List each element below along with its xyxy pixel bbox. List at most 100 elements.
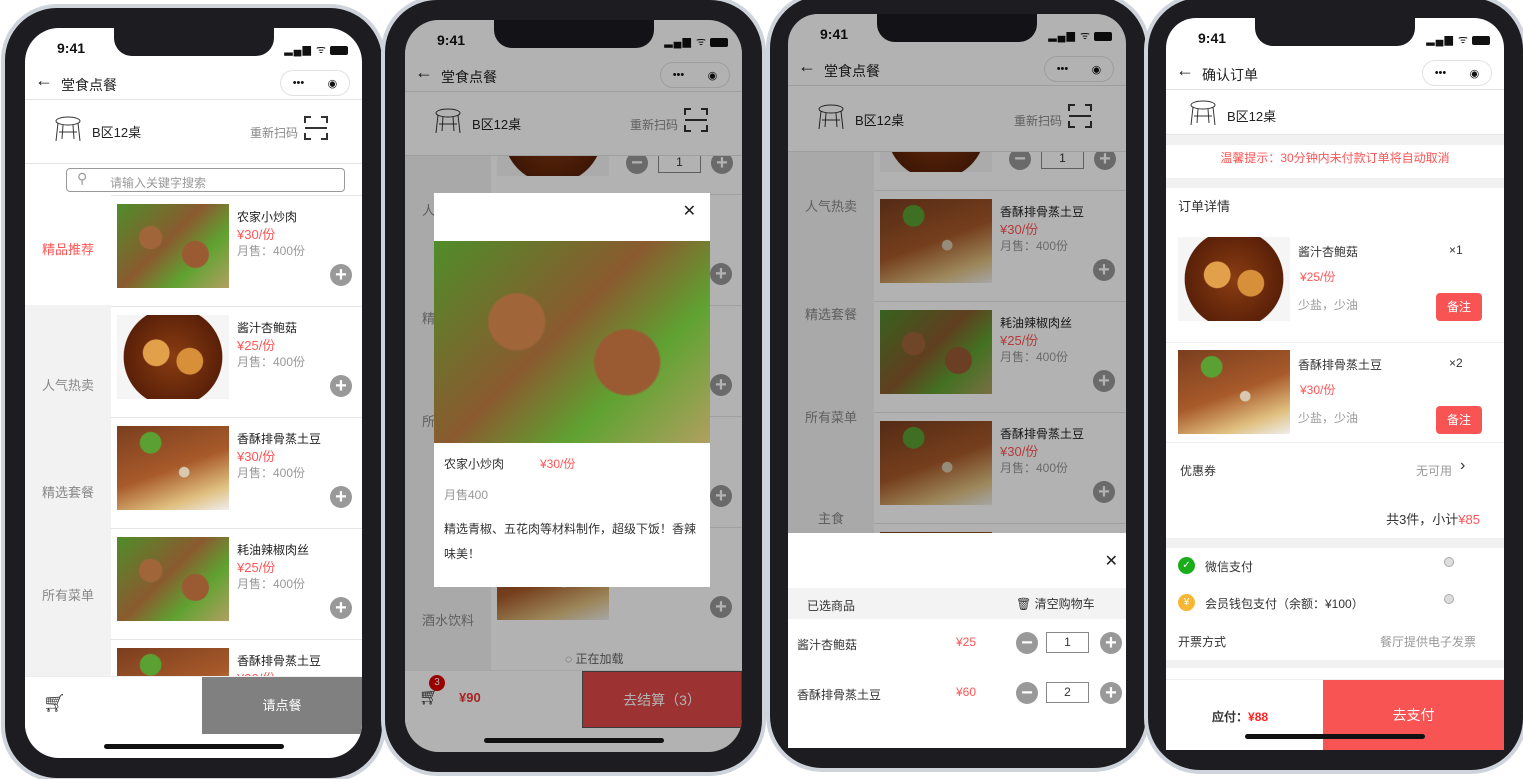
- dish-image[interactable]: [117, 315, 229, 399]
- dish-sales: 月售：400份: [237, 355, 306, 369]
- divider: [1166, 660, 1504, 668]
- note-button[interactable]: 备注: [1436, 406, 1482, 434]
- dish-price: ¥25/份: [1300, 270, 1336, 284]
- plus-button[interactable]: +: [1100, 682, 1122, 704]
- payable-amount: ¥88: [1248, 710, 1269, 724]
- dish-image[interactable]: [117, 648, 229, 676]
- plus-button[interactable]: +: [1100, 632, 1122, 654]
- minus-button[interactable]: −: [1016, 682, 1038, 704]
- sheet-backdrop[interactable]: [788, 14, 1126, 533]
- cart-bar: 🛒︎ 请点餐: [25, 676, 362, 734]
- dish-image[interactable]: [117, 204, 229, 288]
- divider: [1166, 178, 1504, 188]
- screen-menu: 9:41 ▂▄▆ ᯤ ← 堂食点餐 ••• ◉ B区12桌 重新扫码 ⚲ 请输入关…: [25, 28, 362, 758]
- cart-item-price: ¥60: [956, 685, 977, 699]
- quantity-field[interactable]: 2: [1046, 682, 1089, 703]
- table-name: B区12桌: [92, 125, 142, 140]
- notch: [1255, 18, 1415, 46]
- dish-price: ¥25/份: [237, 338, 276, 353]
- note-button[interactable]: 备注: [1436, 293, 1482, 321]
- clear-cart-button[interactable]: 🗑︎ 清空购物车: [1016, 595, 1095, 612]
- table-icon: [1190, 100, 1216, 126]
- cart-icon[interactable]: 🛒︎: [43, 693, 66, 714]
- dish-note: 少盐，少油: [1298, 298, 1359, 312]
- minus-button[interactable]: −: [1016, 632, 1038, 654]
- subtotal: 共3件，小计¥85: [1386, 509, 1480, 528]
- category-sidebar: 精品推荐人气热卖精选套餐所有菜单主食: [25, 195, 111, 705]
- wechat-pay-icon: ✓: [1178, 557, 1195, 574]
- back-arrow-icon[interactable]: ←: [1176, 60, 1194, 81]
- category-item[interactable]: 所有菜单: [25, 585, 111, 605]
- add-button[interactable]: +: [330, 486, 352, 508]
- invoice-row: 开票方式 餐厅提供电子发票: [1166, 630, 1504, 654]
- subtotal-amount: ¥85: [1458, 512, 1480, 527]
- notch: [113, 28, 274, 56]
- dish-image: [1178, 237, 1290, 321]
- category-item[interactable]: 人气热卖: [25, 375, 111, 395]
- status-time: 9:41: [1198, 30, 1227, 46]
- menu-item: 酱汁杏鲍菇 ¥25/份月售：400份 +: [111, 306, 362, 417]
- dish-name: 香酥排骨蒸土豆: [237, 654, 322, 668]
- menu-list: 农家小炒肉 ¥30/份 月售：400份 + 酱汁杏鲍菇 ¥25/份 月售：400份 + 香酥排骨…: [111, 195, 362, 676]
- status-time: 9:41: [57, 40, 86, 56]
- nav-bar: ← 堂食点餐 ••• ◉: [25, 68, 362, 100]
- payment-label: 会员钱包支付（余额：¥100）: [1205, 597, 1364, 611]
- payment-notice: 温馨提示：30分钟内未付款订单将自动取消: [1220, 151, 1450, 165]
- payment-radio[interactable]: [1444, 557, 1454, 567]
- cart-item-price: ¥25: [956, 635, 977, 649]
- dish-image: [1178, 350, 1290, 434]
- dish-image[interactable]: [117, 537, 229, 621]
- category-item[interactable]: 精选套餐: [25, 482, 111, 502]
- dish-price: ¥30/份: [540, 457, 576, 471]
- capsule-menu[interactable]: ••• ◉: [280, 70, 350, 96]
- dish-price: ¥25/份: [237, 560, 276, 575]
- more-icon[interactable]: •••: [293, 77, 305, 89]
- add-button[interactable]: +: [330, 264, 352, 286]
- add-button[interactable]: +: [330, 375, 352, 397]
- category-item[interactable]: 精品推荐: [25, 195, 111, 305]
- screen-dish-detail: 9:41 ▂▄▆ ᯤ ← 堂食点餐 •••◉ B区12桌 重新扫码 人气热卖精选…: [405, 20, 742, 752]
- dish-name: 酱汁杏鲍菇: [237, 321, 298, 335]
- search-icon: ⚲: [77, 170, 88, 186]
- dish-image[interactable]: [117, 426, 229, 510]
- dish-name: 农家小炒肉: [237, 210, 298, 224]
- menu-item: 农家小炒肉 ¥30/份 月售：400份 +: [111, 195, 362, 306]
- back-arrow-icon[interactable]: ←: [35, 70, 53, 91]
- payment-option[interactable]: ✓ 微信支付: [1166, 554, 1504, 578]
- page-title: 确认订单: [1202, 67, 1258, 83]
- quantity-field[interactable]: 1: [1046, 632, 1089, 653]
- capsule-menu[interactable]: ••• ◉: [1422, 60, 1492, 86]
- home-indicator: [103, 744, 284, 749]
- payment-radio[interactable]: [1444, 594, 1454, 604]
- close-target-icon[interactable]: ◉: [328, 77, 338, 90]
- coupon-row[interactable]: 优惠券 无可用 ›: [1166, 442, 1504, 494]
- scan-icon[interactable]: [304, 116, 328, 140]
- search-input[interactable]: ⚲ 请输入关键字搜索: [66, 168, 345, 192]
- menu-item: 耗油辣椒肉丝 ¥25/份 月售：400份 +: [111, 528, 362, 639]
- order-button[interactable]: 请点餐: [202, 677, 362, 734]
- screen-confirm-order: 9:41 ▂▄▆ ᯤ ← 确认订单 ••• ◉ B区12桌 温馨提示：30分钟内未…: [1166, 18, 1504, 750]
- payment-option[interactable]: ¥ 会员钱包支付（余额：¥100）: [1166, 591, 1504, 615]
- dish-sales: 月售400: [444, 488, 489, 502]
- dish-name: 农家小炒肉: [444, 457, 505, 471]
- order-detail-heading: 订单详情: [1178, 199, 1231, 214]
- close-icon[interactable]: ✕: [1105, 551, 1118, 571]
- close-icon[interactable]: ✕: [683, 201, 696, 221]
- close-target-icon[interactable]: ◉: [1470, 67, 1480, 80]
- status-icons: ▂▄▆ ᯤ: [284, 42, 348, 57]
- dish-description: 精选青椒、五花肉等材料制作，超级下饭！香辣味美！: [444, 522, 697, 561]
- dish-name: 香酥排骨蒸土豆: [237, 432, 322, 446]
- dish-sales: 月售：400份: [237, 244, 306, 258]
- rescan-button[interactable]: 重新扫码: [250, 124, 298, 141]
- screen-cart: 9:41 ▂▄▆ ᯤ ← 堂食点餐 ••• ◉ B区12桌 重新扫码 人气热卖 精选…: [788, 14, 1126, 748]
- table-name: B区12桌: [1227, 109, 1277, 124]
- add-button[interactable]: +: [330, 597, 352, 619]
- more-icon[interactable]: •••: [1435, 67, 1447, 79]
- payable-label: 应付：: [1212, 710, 1249, 724]
- payable: 应付：¥88: [1212, 708, 1268, 725]
- pay-button[interactable]: 去支付: [1323, 680, 1504, 750]
- invoice-label: 开票方式: [1178, 635, 1227, 649]
- home-indicator: [1245, 734, 1425, 739]
- trash-icon: 🗑︎: [1016, 597, 1032, 611]
- chevron-right-icon: ›: [1460, 457, 1466, 474]
